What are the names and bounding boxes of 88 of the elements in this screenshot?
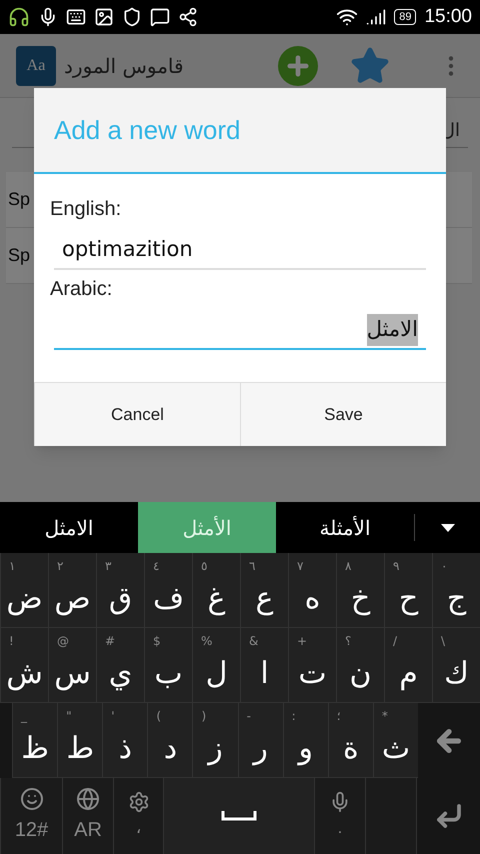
suggestion[interactable]: الامثل [0, 502, 138, 553]
field-value: optimazition [62, 236, 193, 264]
enter-key[interactable] [416, 778, 480, 854]
keyboard-key[interactable]: @ س [48, 628, 96, 703]
message-icon [150, 7, 170, 27]
keyboard-key[interactable]: ٦ ع [240, 553, 288, 628]
space-bar-icon [221, 811, 257, 821]
globe-icon [76, 787, 100, 811]
key-hint: ٨ [345, 558, 352, 575]
keyboard-key[interactable]: / م [384, 628, 432, 703]
keyboard-key[interactable]: ٥ غ [192, 553, 240, 628]
keyboard-key[interactable]: " ط [57, 703, 102, 778]
keyboard-key[interactable]: ( د [147, 703, 192, 778]
key-hint: ٧ [297, 558, 304, 575]
key-hint: ٢ [57, 558, 64, 575]
keyboard-key[interactable]: ) ز [192, 703, 238, 778]
shield-icon [122, 7, 142, 27]
key-hint: ٦ [249, 558, 256, 575]
key-hint: % [201, 633, 212, 650]
keyboard-key[interactable]: + ت [288, 628, 336, 703]
keyboard-key[interactable]: ' ذ [102, 703, 148, 778]
dialog-button[interactable]: Cancel [34, 383, 240, 446]
key-hint: " [66, 708, 72, 725]
keyboard-key[interactable]: ٢ ص [48, 553, 96, 628]
keyboard-key[interactable]: $ ب [144, 628, 192, 703]
key-hint: ( [156, 708, 162, 725]
dropdown-triangle-icon [440, 524, 454, 532]
input-field[interactable]: optimazition [54, 232, 426, 270]
keyboard-key[interactable]: \ ك [432, 628, 480, 703]
field-label: Arabic: [50, 277, 114, 302]
keyboard-key[interactable]: # ي [96, 628, 144, 703]
key-hint: ٠ [441, 558, 448, 575]
app-title: قاموس المورد [64, 52, 184, 80]
key-hint: * [382, 708, 388, 725]
key-hint: : [292, 708, 296, 725]
key-hint: _ [21, 708, 28, 725]
star-icon[interactable] [350, 46, 390, 86]
key-hint: ؟ [345, 633, 352, 650]
keyboard-key[interactable]: ؛ ة [328, 703, 373, 778]
key-hint: ٩ [393, 558, 400, 575]
key-hint: ٥ [201, 558, 208, 575]
dialog-title: Add a new word [54, 114, 240, 146]
key-hint: $ [153, 633, 161, 650]
keyboard-key[interactable]: & ا [240, 628, 288, 703]
keyboard-key[interactable]: ١ ض [0, 553, 48, 628]
signal-icon [366, 7, 386, 27]
backspace-key[interactable] [418, 703, 480, 778]
keyboard-key[interactable]: ٤ ف [144, 553, 192, 628]
keyboard-key[interactable]: * ث [372, 703, 418, 778]
dialog-button[interactable]: Save [240, 383, 446, 446]
input-field[interactable]: الامثل [54, 312, 426, 350]
key-hint: ٣ [105, 558, 112, 575]
keyboard-key[interactable]: % ل [192, 628, 240, 703]
key-hint: - [246, 708, 251, 725]
key-hint: + [297, 633, 308, 650]
key-hint: ١ [9, 558, 16, 575]
add-icon[interactable] [278, 46, 318, 86]
keyboard-key[interactable]: ٣ ق [96, 553, 144, 628]
keyboard-key[interactable]: ٩ ح [384, 553, 432, 628]
key-hint: ) [201, 708, 206, 725]
key-hint: ' [111, 708, 115, 725]
keyboard-key[interactable]: ! ش [0, 628, 48, 703]
field-value: الامثل [366, 314, 418, 346]
clock: 15:00 [424, 4, 472, 29]
key-hint: \ [441, 633, 446, 650]
key-hint: ! [9, 633, 14, 650]
key-hint: ؛ [336, 708, 341, 725]
keyboard-key[interactable]: : و [282, 703, 328, 778]
key-hint: & [249, 633, 258, 650]
suggestion[interactable]: الأمثلة [276, 502, 414, 553]
keyboard-icon [66, 7, 86, 27]
battery-indicator: 89 [394, 9, 416, 25]
smiley-icon [20, 787, 44, 811]
headphones-icon [8, 6, 30, 28]
key-hint: @ [57, 633, 69, 650]
keyboard-key[interactable]: ؟ ن [336, 628, 384, 703]
keyboard-key[interactable]: _ ظ [12, 703, 58, 778]
keyboard-key[interactable]: ٠ ج [432, 553, 480, 628]
keyboard-key[interactable]: ٧ ه [288, 553, 336, 628]
key-hint: ٤ [153, 558, 160, 575]
settings-icon [128, 791, 150, 813]
field-label: English: [50, 197, 122, 222]
image-icon [94, 7, 114, 27]
keyboard-key[interactable]: - ر [238, 703, 283, 778]
keyboard-key[interactable]: ٨ خ [336, 553, 384, 628]
app-logo: Aa [16, 46, 56, 86]
key-hint: # [105, 633, 116, 650]
key-hint: / [393, 633, 398, 650]
